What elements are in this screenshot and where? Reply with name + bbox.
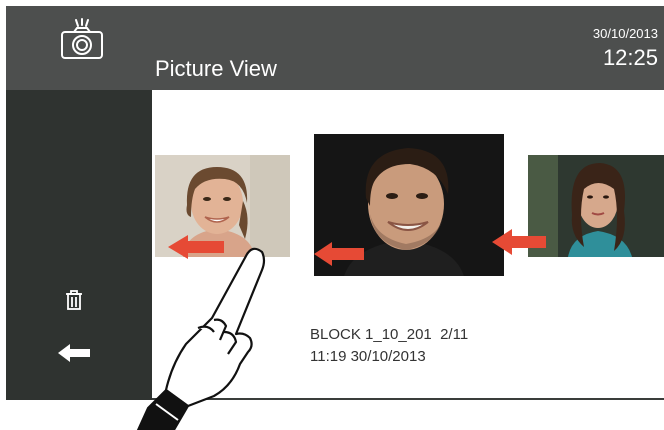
swipe-left-arrow-icon bbox=[314, 242, 364, 266]
trash-icon[interactable] bbox=[64, 290, 84, 310]
pointing-hand-icon bbox=[136, 247, 266, 430]
header-bar: Picture View 30/10/2013 12:25 bbox=[6, 6, 664, 90]
date-display: 30/10/2013 bbox=[592, 26, 658, 41]
time-display: 12:25 bbox=[602, 45, 658, 70]
photo-caption-datetime: 11:19 30/10/2013 bbox=[310, 348, 426, 365]
photo-caption-name: BLOCK 1_10_201 2/11 bbox=[310, 326, 469, 343]
camera-icon[interactable] bbox=[54, 18, 110, 64]
page-title: Picture View bbox=[155, 56, 277, 81]
back-arrow-icon[interactable] bbox=[58, 344, 90, 362]
photo-thumbnail-next[interactable] bbox=[528, 155, 664, 257]
swipe-left-arrow-icon bbox=[492, 229, 546, 255]
